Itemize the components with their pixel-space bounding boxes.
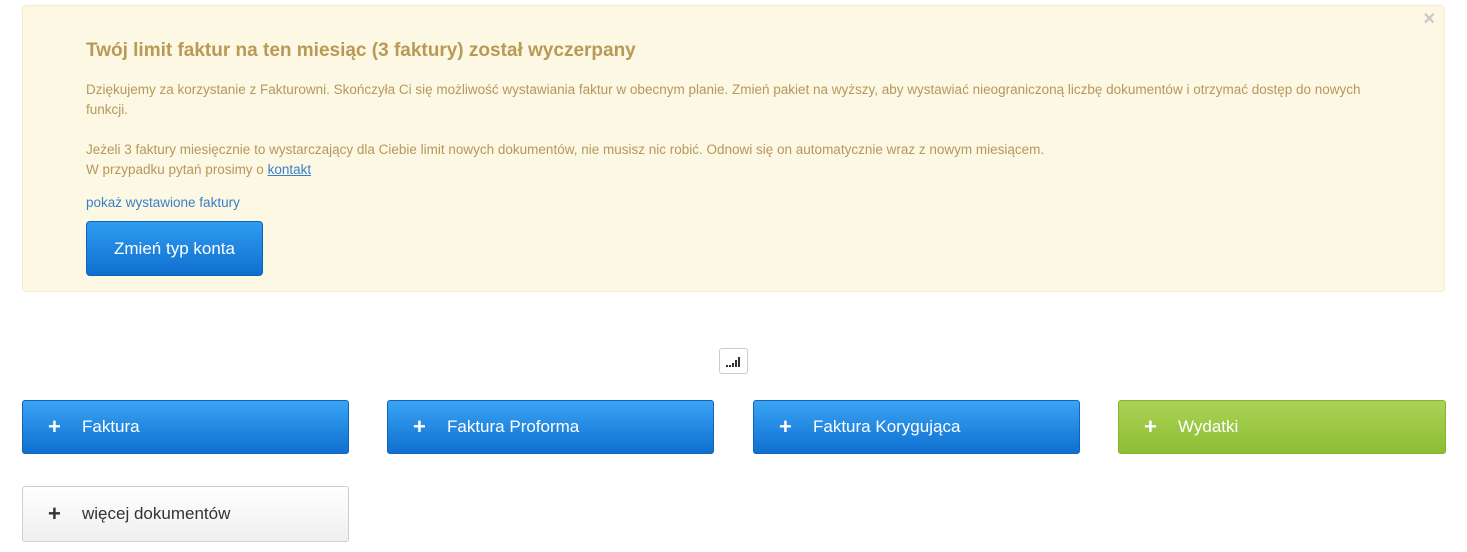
contact-link[interactable]: kontakt [268, 162, 312, 177]
alert-paragraph-contact: W przypadku pytań prosimy o kontakt [86, 160, 311, 180]
alert-paragraph-thanks: Dziękujemy za korzystanie z Fakturowni. … [86, 82, 1361, 117]
signal-bars-icon [726, 357, 740, 367]
plus-icon: + [1144, 414, 1157, 439]
alert-title: Twój limit faktur na ten miesiąc (3 fakt… [86, 40, 636, 61]
new-correction-label: Faktura Korygująca [813, 417, 961, 436]
plus-icon: + [48, 414, 61, 439]
more-documents-label: więcej dokumentów [82, 504, 231, 523]
new-proforma-label: Faktura Proforma [447, 417, 580, 436]
plus-icon: + [413, 414, 426, 439]
more-documents-button[interactable]: + więcej dokumentów [22, 486, 349, 542]
limit-alert: × Twój limit faktur na ten miesiąc (3 fa… [22, 5, 1445, 292]
new-correction-button[interactable]: + Faktura Korygująca [753, 400, 1080, 454]
new-invoice-button[interactable]: + Faktura [22, 400, 349, 454]
contact-prefix-text: W przypadku pytań prosimy o [86, 162, 268, 177]
close-icon[interactable]: × [1423, 9, 1435, 29]
new-invoice-label: Faktura [82, 417, 140, 436]
show-invoices-link[interactable]: pokaż wystawione faktury [86, 195, 240, 210]
plus-icon: + [48, 501, 61, 526]
new-expense-label: Wydatki [1178, 417, 1239, 436]
plus-icon: + [779, 414, 792, 439]
signal-toggle-button[interactable] [719, 348, 748, 374]
new-expense-button[interactable]: + Wydatki [1118, 400, 1446, 454]
change-account-type-button[interactable]: Zmień typ konta [86, 221, 263, 276]
alert-paragraph-renewal: Jeżeli 3 faktury miesięcznie to wystarcz… [86, 142, 1045, 157]
new-proforma-button[interactable]: + Faktura Proforma [387, 400, 714, 454]
